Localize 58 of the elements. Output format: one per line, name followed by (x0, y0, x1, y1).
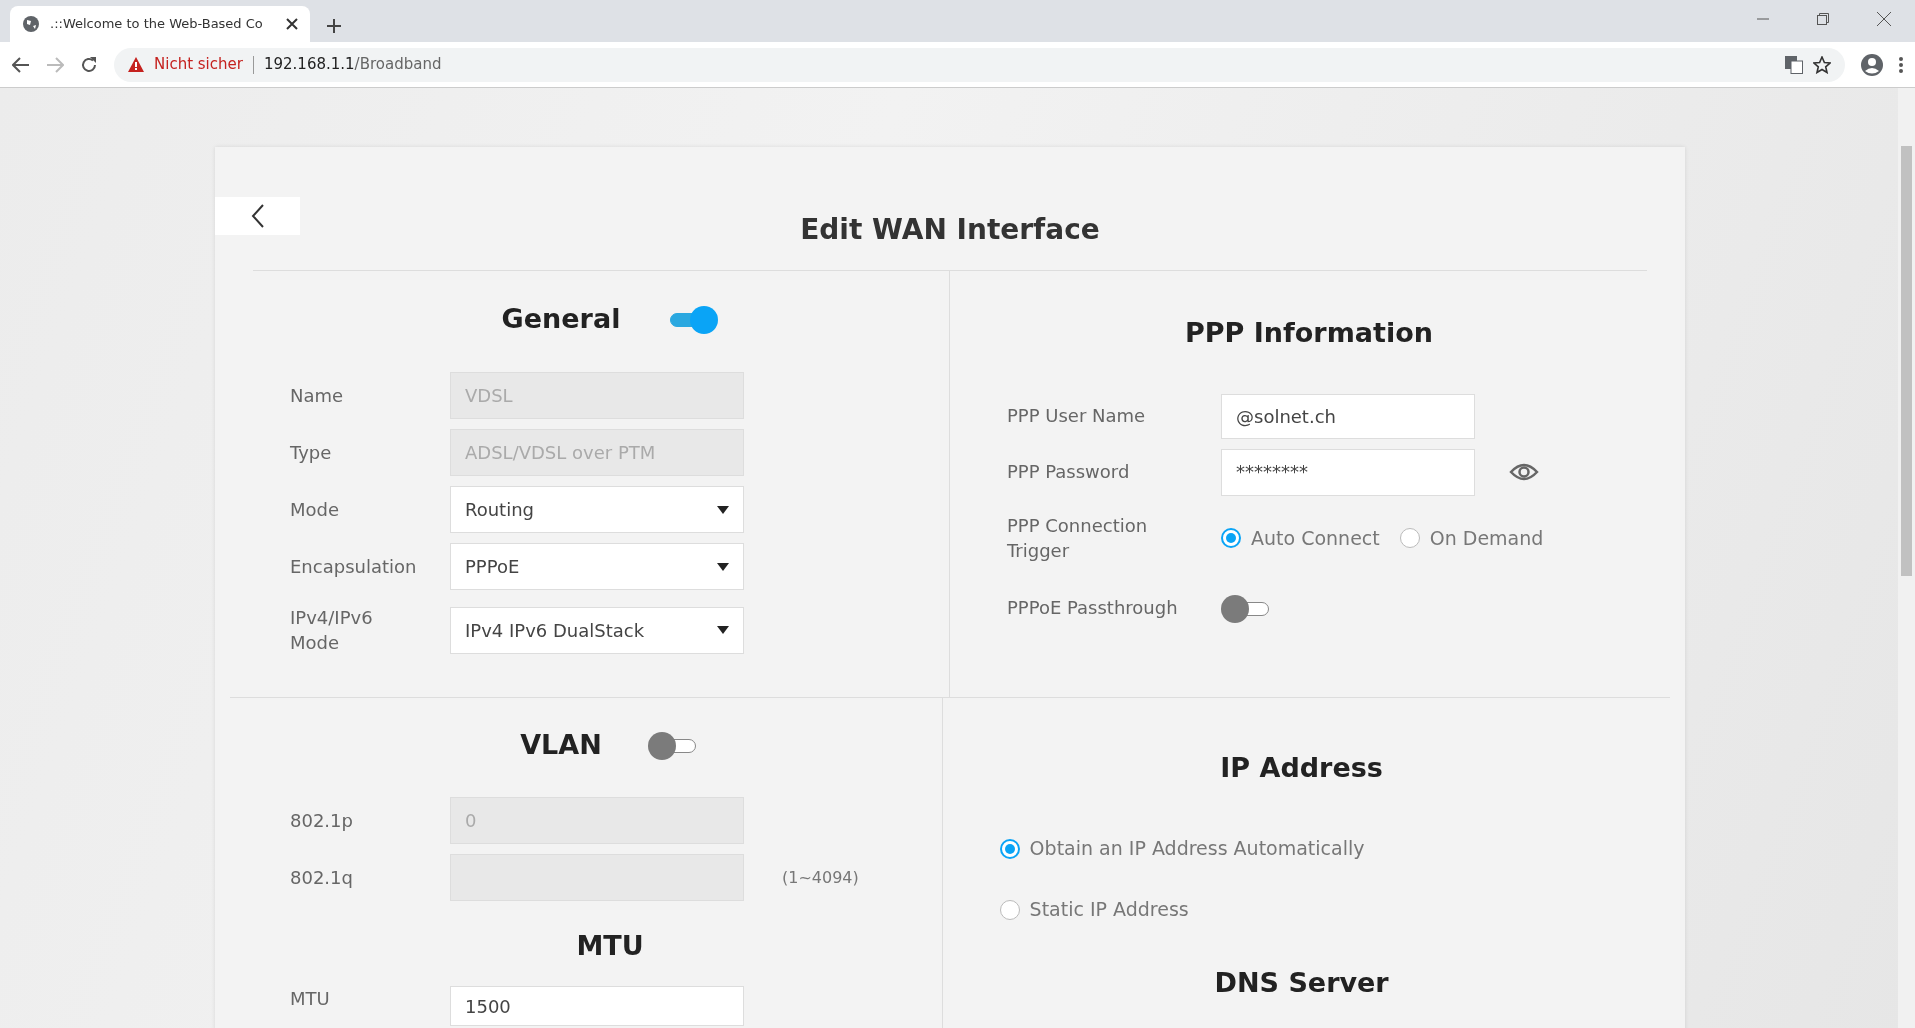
back-icon[interactable] (12, 55, 30, 74)
chevron-left-icon (250, 204, 265, 228)
security-label: Nicht sicher (154, 54, 243, 76)
radio-label: Auto Connect (1251, 525, 1380, 551)
caret-icon (717, 505, 729, 514)
account-icon[interactable] (1861, 53, 1883, 76)
field-label: IPv4/IPv6 Mode (290, 605, 374, 655)
caret-icon (717, 626, 729, 634)
translate-icon[interactable] (1785, 55, 1803, 74)
address-bar[interactable]: Nicht sicher 192.168.1.1/Broadband (114, 47, 1845, 82)
field-label: MTU (290, 987, 331, 1011)
eye-icon[interactable] (1509, 462, 1539, 482)
field-label: 802.1p (290, 808, 354, 833)
radio-button[interactable] (999, 838, 1020, 859)
section-title: MTU (576, 928, 644, 963)
radio-button[interactable] (1221, 528, 1241, 548)
warning-icon (128, 57, 144, 72)
field-label: PPP User Name (1007, 404, 1147, 429)
browser-tab[interactable]: .::Welcome to the Web-Based Co (10, 6, 310, 42)
radio-label: Static IP Address (1029, 897, 1189, 923)
tab-title: .::Welcome to the Web-Based Co (50, 15, 264, 34)
hint-text: (1~4094) (782, 866, 859, 889)
field-label: PPPoE Passthrough (1007, 596, 1179, 621)
back-button[interactable] (215, 197, 300, 235)
section-title: General (501, 301, 621, 336)
section-title: DNS Server (1214, 965, 1389, 1000)
field-label: Type (290, 440, 333, 465)
menu-icon[interactable] (1899, 56, 1903, 73)
radio-label: Obtain an IP Address Automatically (1029, 836, 1365, 862)
close-icon[interactable] (1877, 12, 1891, 26)
globe-icon (22, 15, 40, 33)
input-field[interactable]: 1500 (450, 986, 744, 1026)
caret-icon (717, 562, 729, 571)
section-title: VLAN (520, 727, 602, 762)
reload-icon[interactable] (80, 55, 98, 74)
field-label: Name (290, 383, 345, 408)
input-field[interactable]: ******** (1221, 448, 1475, 496)
page-title: Edit WAN Interface (253, 147, 1647, 271)
scrollbar[interactable] (1898, 88, 1915, 1028)
url-text: 192.168.1.1/Broadband (263, 54, 442, 76)
dropdown[interactable]: Routing (450, 486, 744, 533)
new-tab-icon[interactable] (326, 18, 342, 34)
star-icon[interactable] (1813, 55, 1831, 74)
input-field[interactable]: @solnet.ch (1221, 393, 1475, 439)
dropdown[interactable]: PPPoE (450, 543, 744, 590)
field-label: PPP Password (1007, 460, 1131, 485)
field-label: 802.1q (290, 865, 354, 890)
section-title: IP Address (1220, 750, 1383, 785)
section-title: PPP Information (1185, 315, 1433, 350)
close-icon[interactable] (286, 18, 298, 30)
dropdown[interactable]: IPv4 IPv6 DualStack (450, 606, 744, 654)
radio-label: On Demand (1429, 525, 1544, 551)
field-label: Encapsulation (290, 554, 418, 579)
field-label: Mode (290, 497, 341, 522)
field-label: PPP Connection Trigger (1007, 513, 1149, 563)
radio-button[interactable] (999, 899, 1020, 920)
restore-icon[interactable] (1817, 13, 1829, 25)
radio-button[interactable] (1399, 528, 1420, 548)
